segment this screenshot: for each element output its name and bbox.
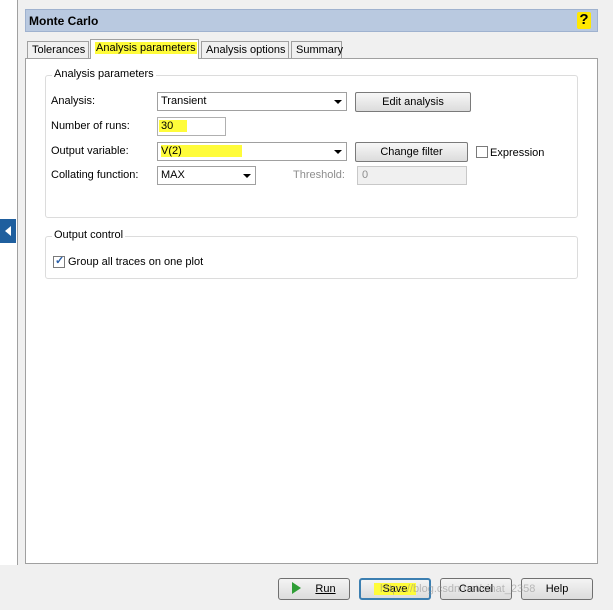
threshold-label: Threshold: bbox=[293, 169, 345, 181]
chevron-down-icon bbox=[243, 174, 251, 178]
watermark-text: https://blog.csdn.net/sinat_2358 bbox=[380, 583, 536, 595]
group-traces-checkbox[interactable] bbox=[53, 254, 65, 268]
tab-panel: Analysis parameters Analysis: Transient … bbox=[25, 58, 598, 564]
chevron-down-icon bbox=[334, 100, 342, 104]
group-title: Analysis parameters bbox=[52, 68, 156, 80]
collating-function-label: Collating function: bbox=[51, 169, 139, 181]
play-icon bbox=[292, 582, 302, 595]
tab-tolerances[interactable]: Tolerances bbox=[27, 41, 89, 58]
run-button-label: Run bbox=[315, 583, 336, 595]
tab-analysis-options[interactable]: Analysis options bbox=[201, 41, 289, 58]
output-control-group: Output control Group all traces on one p… bbox=[45, 229, 578, 279]
output-variable-label: Output variable: bbox=[51, 145, 129, 157]
expression-label: Expression bbox=[490, 147, 545, 159]
change-filter-button[interactable]: Change filter bbox=[355, 142, 468, 162]
tab-summary[interactable]: Summary bbox=[291, 41, 343, 58]
output-variable-value: V(2) bbox=[161, 145, 242, 157]
group-traces-label: Group all traces on one plot bbox=[68, 256, 204, 268]
help-icon[interactable]: ? bbox=[577, 12, 591, 29]
output-variable-select[interactable]: V(2) bbox=[157, 142, 347, 161]
collating-function-select[interactable]: MAX bbox=[157, 166, 256, 185]
group-title: Output control bbox=[52, 229, 126, 241]
collating-function-value: MAX bbox=[161, 169, 185, 181]
runs-label: Number of runs: bbox=[51, 120, 130, 132]
threshold-input[interactable]: 0 bbox=[357, 166, 467, 185]
chevron-down-icon bbox=[334, 150, 342, 154]
analysis-parameters-group: Analysis parameters Analysis: Transient … bbox=[45, 68, 578, 218]
window-title: Monte Carlo bbox=[29, 14, 99, 28]
analysis-select-value: Transient bbox=[161, 95, 207, 107]
tab-analysis-parameters[interactable]: Analysis parameters bbox=[90, 39, 199, 59]
runs-input[interactable]: 30 bbox=[157, 117, 226, 136]
expression-checkbox[interactable] bbox=[476, 146, 488, 158]
runs-input-value: 30 bbox=[159, 120, 188, 132]
run-button[interactable]: Run bbox=[278, 578, 350, 600]
analysis-select[interactable]: Transient bbox=[157, 92, 347, 111]
left-side-panel bbox=[0, 0, 18, 565]
edit-analysis-button[interactable]: Edit analysis bbox=[355, 92, 471, 112]
left-bottom-area bbox=[0, 565, 18, 610]
title-bar: Monte Carlo ? bbox=[25, 9, 598, 32]
analysis-label: Analysis: bbox=[51, 95, 96, 107]
collapse-arrow-icon[interactable] bbox=[0, 219, 16, 243]
